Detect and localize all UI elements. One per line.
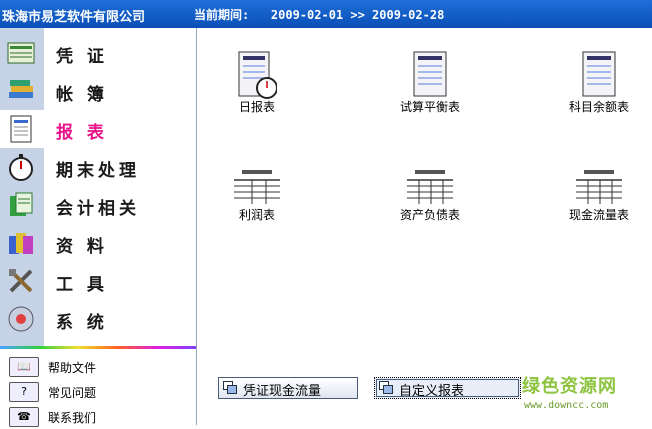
custom-report-button[interactable]: 自定义报表 — [374, 377, 521, 399]
cash-flow-voucher-button[interactable]: 凭证现金流量 — [218, 377, 358, 399]
nav-label-accounting: 会计相关 — [56, 199, 140, 219]
watermark: 绿色资源网 www.downcc.com — [520, 372, 652, 422]
nav-label-ledger: 帐 簿 — [56, 85, 108, 105]
nav-item-ledger[interactable]: 帐 簿 — [0, 72, 196, 110]
system-icon — [8, 306, 34, 332]
phone-icon: ☎ — [9, 407, 39, 427]
nav-item-data[interactable]: 资 料 — [0, 224, 196, 262]
ledger-books-icon — [9, 80, 33, 98]
nav-item-voucher[interactable]: 凭 证 — [0, 34, 196, 72]
main-nav: 凭 证 帐 簿 报 表 期末处理 会计相关 资 料 工 具 系 统 — [0, 34, 196, 338]
help-label: 常见问题 — [48, 386, 97, 400]
stopwatch-icon — [9, 154, 33, 181]
window-icon — [223, 381, 237, 394]
account-balance-icon — [582, 51, 616, 97]
divider — [0, 346, 196, 349]
help-item-contact[interactable]: ☎ 联系我们 — [0, 404, 196, 429]
nav-label-data: 资 料 — [56, 237, 108, 257]
trial-balance-icon — [413, 51, 447, 97]
balance-sheet-icon — [407, 170, 453, 204]
nav-label-voucher: 凭 证 — [56, 47, 108, 67]
help-item-faq[interactable]: ? 常见问题 — [0, 379, 196, 404]
help-label: 帮助文件 — [48, 361, 97, 375]
report-label: 科目余额表 — [568, 100, 629, 114]
daily-report-icon — [238, 51, 277, 99]
nav-label-period-end: 期末处理 — [56, 161, 140, 181]
data-cards-icon — [9, 233, 33, 254]
report-label: 利润表 — [238, 208, 275, 222]
report-account-balance[interactable]: 科目余额表 — [542, 50, 652, 140]
watermark-name: 绿色资源网 — [522, 376, 617, 397]
sidebar: 凭 证 帐 簿 报 表 期末处理 会计相关 资 料 工 具 系 统 📖 帮助文件… — [0, 28, 197, 427]
window-icon — [379, 381, 393, 394]
button-label: 凭证现金流量 — [243, 384, 322, 399]
help-item-help-file[interactable]: 📖 帮助文件 — [0, 354, 196, 379]
report-profit[interactable]: 利润表 — [200, 158, 310, 248]
report-label: 试算平衡表 — [399, 100, 460, 114]
nav-item-period-end[interactable]: 期末处理 — [0, 148, 196, 186]
tools-icon — [9, 269, 33, 293]
report-trial-balance[interactable]: 试算平衡表 — [373, 50, 483, 140]
accounting-icon — [10, 192, 33, 216]
report-label: 现金流量表 — [568, 208, 629, 222]
nav-label-system: 系 统 — [56, 313, 108, 333]
watermark-url: www.downcc.com — [524, 400, 609, 411]
current-period: 当前期间: 2009-02-01 >> 2009-02-28 — [194, 8, 445, 22]
help-links: 📖 帮助文件 ? 常见问题 ☎ 联系我们 — [0, 354, 196, 429]
nav-item-accounting[interactable]: 会计相关 — [0, 186, 196, 224]
profit-statement-icon — [234, 170, 280, 204]
button-label: 自定义报表 — [399, 384, 465, 399]
report-icon — [10, 115, 32, 143]
cash-flow-icon — [576, 170, 622, 204]
question-icon: ? — [9, 382, 39, 402]
report-label: 日报表 — [238, 100, 275, 114]
nav-label-report: 报 表 — [56, 123, 108, 143]
company-name: 珠海市易芝软件有限公司 — [2, 10, 146, 25]
help-label: 联系我们 — [48, 411, 97, 425]
nav-item-tools[interactable]: 工 具 — [0, 262, 196, 300]
nav-label-tools: 工 具 — [56, 275, 108, 295]
voucher-icon — [7, 42, 35, 64]
nav-item-report[interactable]: 报 表 — [0, 110, 196, 148]
help-book-icon: 📖 — [9, 357, 39, 377]
report-panel: 日报表 试算平衡表 科目余额表 利润表 资产负债表 现金流量表 凭证现金流量 自… — [197, 28, 652, 425]
report-balance-sheet[interactable]: 资产负债表 — [373, 158, 483, 248]
report-label: 资产负债表 — [399, 208, 460, 222]
nav-item-system[interactable]: 系 统 — [0, 300, 196, 338]
title-bar: 珠海市易芝软件有限公司 当前期间: 2009-02-01 >> 2009-02-… — [0, 0, 652, 28]
report-cash-flow[interactable]: 现金流量表 — [542, 158, 652, 248]
report-daily[interactable]: 日报表 — [200, 50, 310, 140]
